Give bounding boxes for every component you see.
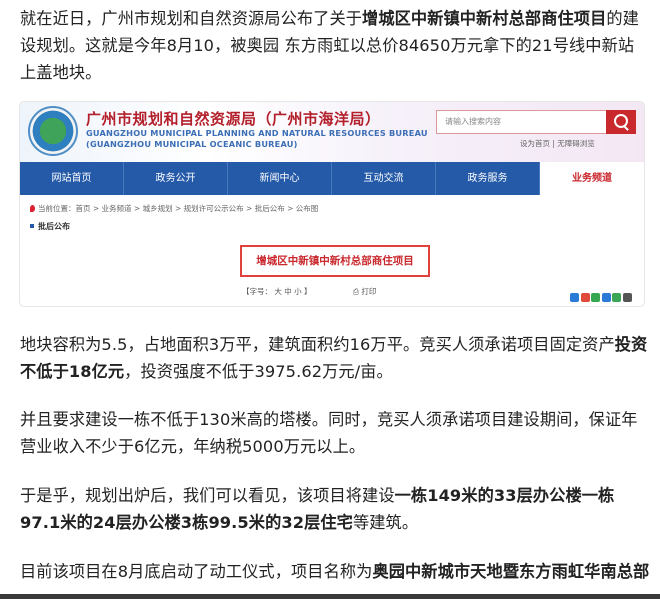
p1-bold-project-name: 增城区中新镇中新村总部商住项目	[362, 9, 607, 28]
share-weibo-icon	[580, 293, 590, 302]
article-paragraph-1: 就在近日，广州市规划和自然资源局公布了关于增城区中新镇中新村总部商住项目的建设规…	[20, 5, 650, 86]
org-name-en: GUANGZHOU MUNICIPAL PLANNING AND NATURAL…	[86, 128, 428, 138]
article-paragraph-5: 目前该项目在8月底启动了动工仪式，项目名称为奥园中新城市天地暨东方雨虹华南总部	[20, 558, 650, 585]
search-input: 请输入搜索内容	[436, 110, 606, 134]
share-qq-icon	[601, 293, 611, 302]
org-name-cn: 广州市规划和自然资源局（广州市海洋局）	[86, 110, 381, 128]
article-paragraph-4: 于是乎，规划出炉后，我们可以看见，该项目将建设一栋149米的33层办公楼一栋97…	[20, 482, 650, 536]
top-sub-links: 设为首页 | 无障碍浏览	[520, 139, 595, 148]
section-title: 批后公布	[30, 221, 70, 232]
org-name-en-sub: (GUANGZHOU MUNICIPAL OCEANIC BUREAU)	[86, 139, 298, 149]
print-link: ⎙ 打印	[353, 286, 376, 297]
p5-bold-project-title: 奥园中新城市天地暨东方雨虹华南总部	[372, 562, 650, 581]
p5-text-a: 目前该项目在8月底启动了动工仪式，项目名称为	[20, 562, 373, 581]
print-label: 打印	[361, 287, 377, 296]
nav-item-business: 业务频道	[540, 162, 644, 195]
p4-text-c: 等建筑。	[352, 513, 419, 532]
site-nav: 网站首页 政务公开 新闻中心 互动交流 政务服务 业务频道	[20, 162, 644, 195]
bullet-icon	[30, 224, 34, 228]
share-more-icon	[622, 293, 632, 302]
breadcrumb-text: 当前位置：首页 > 业务频道 > 城乡规划 > 规划许可公示公布 > 批后公布 …	[38, 204, 319, 213]
bottom-edge-bar	[0, 594, 660, 599]
p1-text-a: 就在近日，广州市规划和自然资源局公布了关于	[20, 9, 363, 28]
search-button	[606, 110, 636, 134]
font-size-control: 【字号： 大 中 小 】	[242, 287, 312, 296]
nav-item-gov-affairs: 政务公开	[124, 162, 228, 195]
location-pin-icon	[30, 205, 35, 212]
nav-item-interaction: 互动交流	[332, 162, 436, 195]
p4-text-a: 于是乎，规划出炉后，我们可以看见，该项目将建设	[20, 486, 395, 505]
site-search: 请输入搜索内容	[436, 110, 636, 134]
share-wechat-icon	[591, 293, 600, 302]
embedded-website-screenshot: 广州市规划和自然资源局（广州市海洋局） GUANGZHOU MUNICIPAL …	[20, 102, 644, 306]
p2-text-c: ，投资强度不低于3975.62万元/亩。	[124, 362, 393, 381]
highlighted-project-title: 增城区中新镇中新村总部商住项目	[240, 245, 430, 277]
p2-text-a: 地块容积为5.5，占地面积3万平，建筑面积约16万平。竞买人须承诺项目固定资产	[20, 335, 615, 354]
site-banner: 广州市规划和自然资源局（广州市海洋局） GUANGZHOU MUNICIPAL …	[20, 102, 644, 162]
bureau-logo-icon	[28, 106, 78, 156]
breadcrumb: 当前位置：首页 > 业务频道 > 城乡规划 > 规划许可公示公布 > 批后公布 …	[30, 203, 318, 214]
section-title-text: 批后公布	[38, 222, 70, 231]
share-qzone-icon	[570, 293, 579, 302]
share-douban-icon	[612, 293, 621, 302]
share-icons	[570, 287, 633, 302]
article-paragraph-2: 地块容积为5.5，占地面积3万平，建筑面积约16万平。竞买人须承诺项目固定资产投…	[20, 331, 650, 385]
nav-item-home: 网站首页	[20, 162, 124, 195]
article-paragraph-3: 并且要求建设一栋不低于130米高的塔楼。同时，竞买人须承诺项目建设期间，保证年营…	[20, 410, 638, 456]
nav-item-news: 新闻中心	[228, 162, 332, 195]
nav-item-services: 政务服务	[436, 162, 540, 195]
